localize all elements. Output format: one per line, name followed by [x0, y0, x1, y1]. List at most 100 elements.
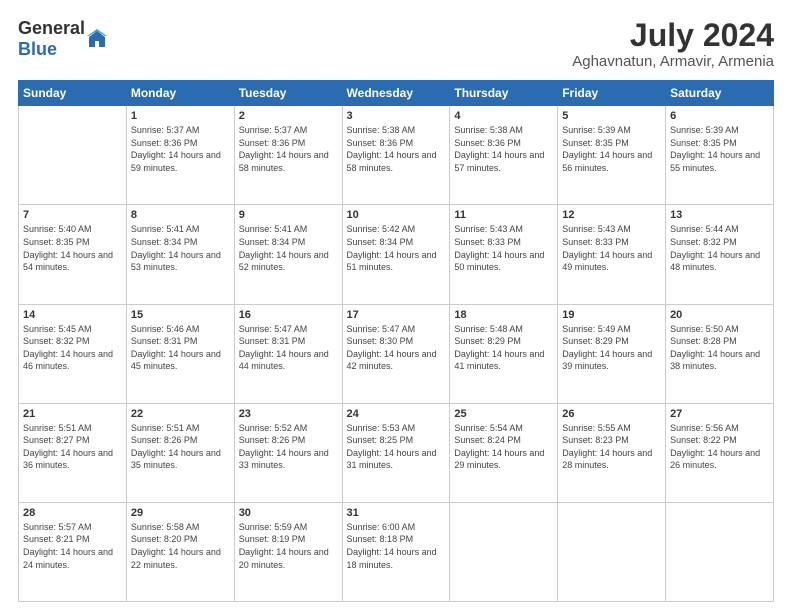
- day-number: 26: [562, 408, 661, 420]
- day-info: Sunrise: 5:44 AMSunset: 8:32 PMDaylight:…: [670, 224, 760, 272]
- day-info: Sunrise: 5:38 AMSunset: 8:36 PMDaylight:…: [454, 125, 544, 173]
- week-row-1: 7Sunrise: 5:40 AMSunset: 8:35 PMDaylight…: [19, 205, 774, 304]
- cell-w1-d6: 13 Sunrise: 5:44 AMSunset: 8:32 PMDayligh…: [666, 205, 774, 304]
- day-info: Sunrise: 5:56 AMSunset: 8:22 PMDaylight:…: [670, 423, 760, 471]
- cell-w4-d1: 29 Sunrise: 5:58 AMSunset: 8:20 PMDayligh…: [126, 502, 234, 601]
- day-info: Sunrise: 5:47 AMSunset: 8:30 PMDaylight:…: [347, 324, 437, 372]
- day-number: 21: [23, 408, 122, 420]
- cell-w1-d2: 9 Sunrise: 5:41 AMSunset: 8:34 PMDaylight…: [234, 205, 342, 304]
- logo-blue: Blue: [18, 39, 57, 59]
- header-saturday: Saturday: [666, 81, 774, 106]
- day-number: 19: [562, 309, 661, 321]
- header-row: Sunday Monday Tuesday Wednesday Thursday…: [19, 81, 774, 106]
- day-number: 27: [670, 408, 769, 420]
- day-info: Sunrise: 5:39 AMSunset: 8:35 PMDaylight:…: [562, 125, 652, 173]
- day-number: 20: [670, 309, 769, 321]
- day-number: 24: [347, 408, 446, 420]
- day-number: 13: [670, 209, 769, 221]
- cell-w2-d6: 20 Sunrise: 5:50 AMSunset: 8:28 PMDayligh…: [666, 304, 774, 403]
- day-number: 1: [131, 110, 230, 122]
- cell-w3-d5: 26 Sunrise: 5:55 AMSunset: 8:23 PMDayligh…: [558, 403, 666, 502]
- cell-w3-d6: 27 Sunrise: 5:56 AMSunset: 8:22 PMDayligh…: [666, 403, 774, 502]
- day-info: Sunrise: 5:38 AMSunset: 8:36 PMDaylight:…: [347, 125, 437, 173]
- day-number: 14: [23, 309, 122, 321]
- day-number: 5: [562, 110, 661, 122]
- cell-w4-d5: [558, 502, 666, 601]
- day-number: 30: [239, 507, 338, 519]
- day-number: 2: [239, 110, 338, 122]
- cell-w1-d4: 11 Sunrise: 5:43 AMSunset: 8:33 PMDayligh…: [450, 205, 558, 304]
- logo-general: General: [18, 18, 85, 38]
- header-monday: Monday: [126, 81, 234, 106]
- day-number: 9: [239, 209, 338, 221]
- day-info: Sunrise: 5:37 AMSunset: 8:36 PMDaylight:…: [131, 125, 221, 173]
- day-number: 18: [454, 309, 553, 321]
- cell-w0-d2: 2 Sunrise: 5:37 AMSunset: 8:36 PMDaylight…: [234, 106, 342, 205]
- day-info: Sunrise: 6:00 AMSunset: 8:18 PMDaylight:…: [347, 522, 437, 570]
- cell-w3-d1: 22Sunrise: 5:51 AMSunset: 8:26 PMDayligh…: [126, 403, 234, 502]
- day-number: 6: [670, 110, 769, 122]
- day-number: 15: [131, 309, 230, 321]
- cell-w2-d0: 14Sunrise: 5:45 AMSunset: 8:32 PMDayligh…: [19, 304, 127, 403]
- day-info: Sunrise: 5:39 AMSunset: 8:35 PMDaylight:…: [670, 125, 760, 173]
- day-number: 23: [239, 408, 338, 420]
- day-info: Sunrise: 5:42 AMSunset: 8:34 PMDaylight:…: [347, 224, 437, 272]
- cell-w3-d0: 21 Sunrise: 5:51 AMSunset: 8:27 PMDayligh…: [19, 403, 127, 502]
- day-number: 17: [347, 309, 446, 321]
- cell-w4-d6: [666, 502, 774, 601]
- cell-w2-d3: 17 Sunrise: 5:47 AMSunset: 8:30 PMDayligh…: [342, 304, 450, 403]
- day-info: Sunrise: 5:41 AMSunset: 8:34 PMDaylight:…: [239, 224, 329, 272]
- cell-w1-d3: 10 Sunrise: 5:42 AMSunset: 8:34 PMDayligh…: [342, 205, 450, 304]
- day-info: Sunrise: 5:51 AMSunset: 8:27 PMDaylight:…: [23, 423, 113, 471]
- day-number: 25: [454, 408, 553, 420]
- day-number: 22: [131, 408, 230, 420]
- day-number: 8: [131, 209, 230, 221]
- day-info: Sunrise: 5:48 AMSunset: 8:29 PMDaylight:…: [454, 324, 544, 372]
- day-info: Sunrise: 5:52 AMSunset: 8:26 PMDaylight:…: [239, 423, 329, 471]
- day-info: Sunrise: 5:47 AMSunset: 8:31 PMDaylight:…: [239, 324, 329, 372]
- day-info: Sunrise: 5:57 AMSunset: 8:21 PMDaylight:…: [23, 522, 113, 570]
- week-row-4: 28 Sunrise: 5:57 AMSunset: 8:21 PMDayligh…: [19, 502, 774, 601]
- title-block: July 2024 Aghavnatun, Armavir, Armenia: [572, 18, 774, 70]
- header-tuesday: Tuesday: [234, 81, 342, 106]
- week-row-0: 1 Sunrise: 5:37 AMSunset: 8:36 PMDaylight…: [19, 106, 774, 205]
- header-friday: Friday: [558, 81, 666, 106]
- header-thursday: Thursday: [450, 81, 558, 106]
- day-number: 12: [562, 209, 661, 221]
- day-info: Sunrise: 5:46 AMSunset: 8:31 PMDaylight:…: [131, 324, 221, 372]
- day-number: 10: [347, 209, 446, 221]
- cell-w3-d2: 23 Sunrise: 5:52 AMSunset: 8:26 PMDayligh…: [234, 403, 342, 502]
- header: General Blue July 2024 Aghavnatun, Armav…: [18, 18, 774, 70]
- day-info: Sunrise: 5:43 AMSunset: 8:33 PMDaylight:…: [454, 224, 544, 272]
- calendar-table: Sunday Monday Tuesday Wednesday Thursday…: [18, 80, 774, 602]
- day-number: 16: [239, 309, 338, 321]
- day-number: 28: [23, 507, 122, 519]
- day-info: Sunrise: 5:50 AMSunset: 8:28 PMDaylight:…: [670, 324, 760, 372]
- day-info: Sunrise: 5:37 AMSunset: 8:36 PMDaylight:…: [239, 125, 329, 173]
- cell-w2-d1: 15 Sunrise: 5:46 AMSunset: 8:31 PMDayligh…: [126, 304, 234, 403]
- day-number: 7: [23, 209, 122, 221]
- day-info: Sunrise: 5:58 AMSunset: 8:20 PMDaylight:…: [131, 522, 221, 570]
- day-info: Sunrise: 5:55 AMSunset: 8:23 PMDaylight:…: [562, 423, 652, 471]
- day-info: Sunrise: 5:43 AMSunset: 8:33 PMDaylight:…: [562, 224, 652, 272]
- week-row-2: 14Sunrise: 5:45 AMSunset: 8:32 PMDayligh…: [19, 304, 774, 403]
- cell-w0-d1: 1 Sunrise: 5:37 AMSunset: 8:36 PMDaylight…: [126, 106, 234, 205]
- header-sunday: Sunday: [19, 81, 127, 106]
- cell-w1-d0: 7Sunrise: 5:40 AMSunset: 8:35 PMDaylight…: [19, 205, 127, 304]
- day-info: Sunrise: 5:49 AMSunset: 8:29 PMDaylight:…: [562, 324, 652, 372]
- subtitle: Aghavnatun, Armavir, Armenia: [572, 53, 774, 70]
- header-wednesday: Wednesday: [342, 81, 450, 106]
- logo: General Blue: [18, 18, 107, 60]
- cell-w2-d2: 16 Sunrise: 5:47 AMSunset: 8:31 PMDayligh…: [234, 304, 342, 403]
- cell-w0-d3: 3 Sunrise: 5:38 AMSunset: 8:36 PMDaylight…: [342, 106, 450, 205]
- day-number: 11: [454, 209, 553, 221]
- day-info: Sunrise: 5:53 AMSunset: 8:25 PMDaylight:…: [347, 423, 437, 471]
- day-number: 4: [454, 110, 553, 122]
- day-number: 3: [347, 110, 446, 122]
- day-number: 31: [347, 507, 446, 519]
- day-number: 29: [131, 507, 230, 519]
- logo-text: General Blue: [18, 18, 85, 60]
- cell-w2-d5: 19 Sunrise: 5:49 AMSunset: 8:29 PMDayligh…: [558, 304, 666, 403]
- main-title: July 2024: [572, 18, 774, 53]
- day-info: Sunrise: 5:59 AMSunset: 8:19 PMDaylight:…: [239, 522, 329, 570]
